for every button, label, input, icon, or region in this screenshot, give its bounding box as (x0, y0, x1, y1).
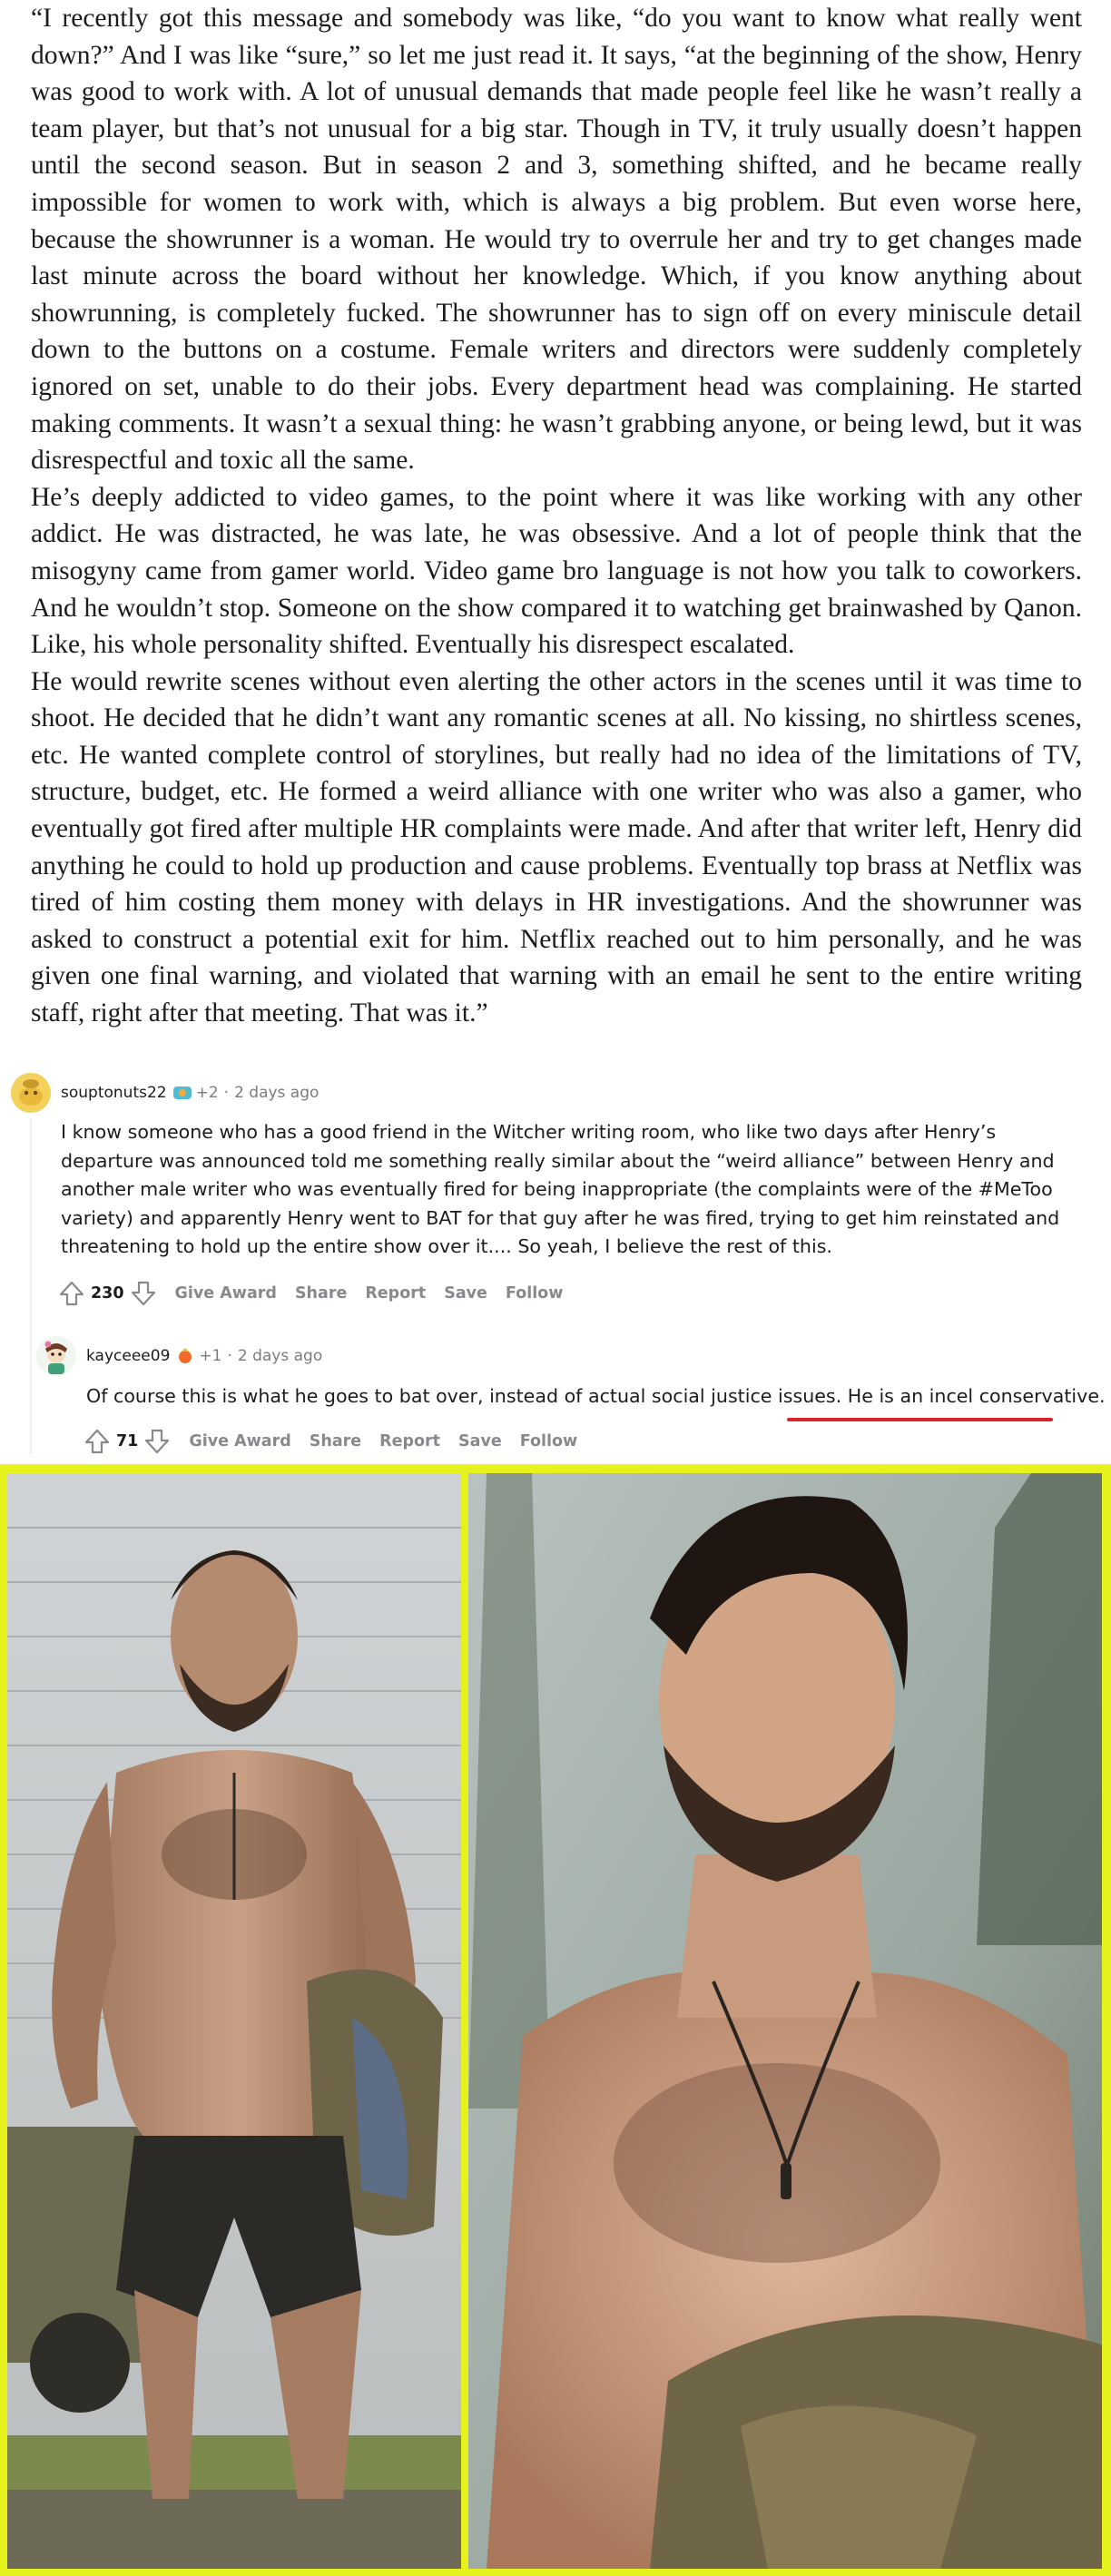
quoted-article: “I recently got this message and somebod… (31, 0, 1082, 1032)
award-count: +1 (199, 1347, 222, 1365)
meta-separator: · (223, 1084, 230, 1102)
comment-meta: souptonuts22 +2 · 2 days ago (61, 1084, 319, 1102)
highlighted-text: He is an incel conservative. (847, 1385, 1106, 1407)
quote-paragraph-2: He’s deeply addicted to video games, to … (31, 482, 1082, 660)
give-award-button[interactable]: Give Award (175, 1284, 277, 1303)
vote-count: 71 (116, 1432, 139, 1450)
comment-username[interactable]: souptonuts22 (61, 1084, 167, 1102)
comment-username[interactable]: kayceee09 (86, 1347, 170, 1365)
avatar[interactable] (11, 1073, 51, 1113)
snoo-avatar-icon (11, 1073, 51, 1113)
arrow-up-outline-icon (84, 1429, 110, 1454)
comment-timestamp[interactable]: 2 days ago (234, 1084, 319, 1102)
follow-button[interactable]: Follow (520, 1432, 577, 1450)
snoo-avatar-icon (36, 1336, 76, 1376)
shirtless-man-photo-right (468, 1473, 1102, 2569)
red-underline-annotation (787, 1418, 1053, 1421)
arrow-up-outline-icon (59, 1281, 84, 1306)
screen: “I recently got this message and somebod… (0, 0, 1111, 2576)
give-award-button[interactable]: Give Award (189, 1432, 290, 1450)
award-count: +2 (195, 1084, 219, 1102)
report-button[interactable]: Report (379, 1432, 440, 1450)
avatar[interactable] (36, 1336, 76, 1376)
downvote-button[interactable] (143, 1428, 171, 1455)
save-button[interactable]: Save (458, 1432, 502, 1450)
photo-collage-frame (0, 1464, 1111, 2576)
quote-paragraph-1: “I recently got this message and somebod… (31, 4, 1082, 476)
award-icon (175, 1348, 195, 1364)
downvote-button[interactable] (130, 1280, 157, 1307)
comment-timestamp[interactable]: 2 days ago (238, 1347, 322, 1365)
shirtless-man-photo-left (7, 1473, 461, 2569)
follow-button[interactable]: Follow (506, 1284, 563, 1303)
comment-body: I know someone who has a good friend in … (61, 1121, 1060, 1257)
report-button[interactable]: Report (365, 1284, 426, 1303)
photo-right (468, 1473, 1102, 2569)
award-icon (172, 1085, 192, 1101)
quote-paragraph-3: He would rewrite scenes without even ale… (31, 666, 1082, 1028)
share-button[interactable]: Share (310, 1432, 361, 1450)
share-button[interactable]: Share (295, 1284, 347, 1303)
thread-line[interactable] (30, 1118, 32, 1454)
arrow-down-outline-icon (131, 1281, 155, 1306)
upvote-button[interactable] (58, 1280, 85, 1307)
upvote-button[interactable] (84, 1428, 111, 1455)
meta-separator: · (227, 1347, 232, 1365)
comment-body: Of course this is what he goes to bat ov… (86, 1382, 1106, 1411)
vote-count: 230 (91, 1284, 124, 1303)
photo-left (7, 1473, 461, 2569)
comment-text: Of course this is what he goes to bat ov… (86, 1385, 848, 1407)
comment-actions: 71 Give Award Share Report Save Follow (84, 1428, 577, 1455)
comment-actions: 230 Give Award Share Report Save Follow (58, 1280, 563, 1307)
arrow-down-outline-icon (145, 1429, 170, 1454)
save-button[interactable]: Save (444, 1284, 487, 1303)
comment-meta: kayceee09 +1 · 2 days ago (86, 1347, 322, 1365)
